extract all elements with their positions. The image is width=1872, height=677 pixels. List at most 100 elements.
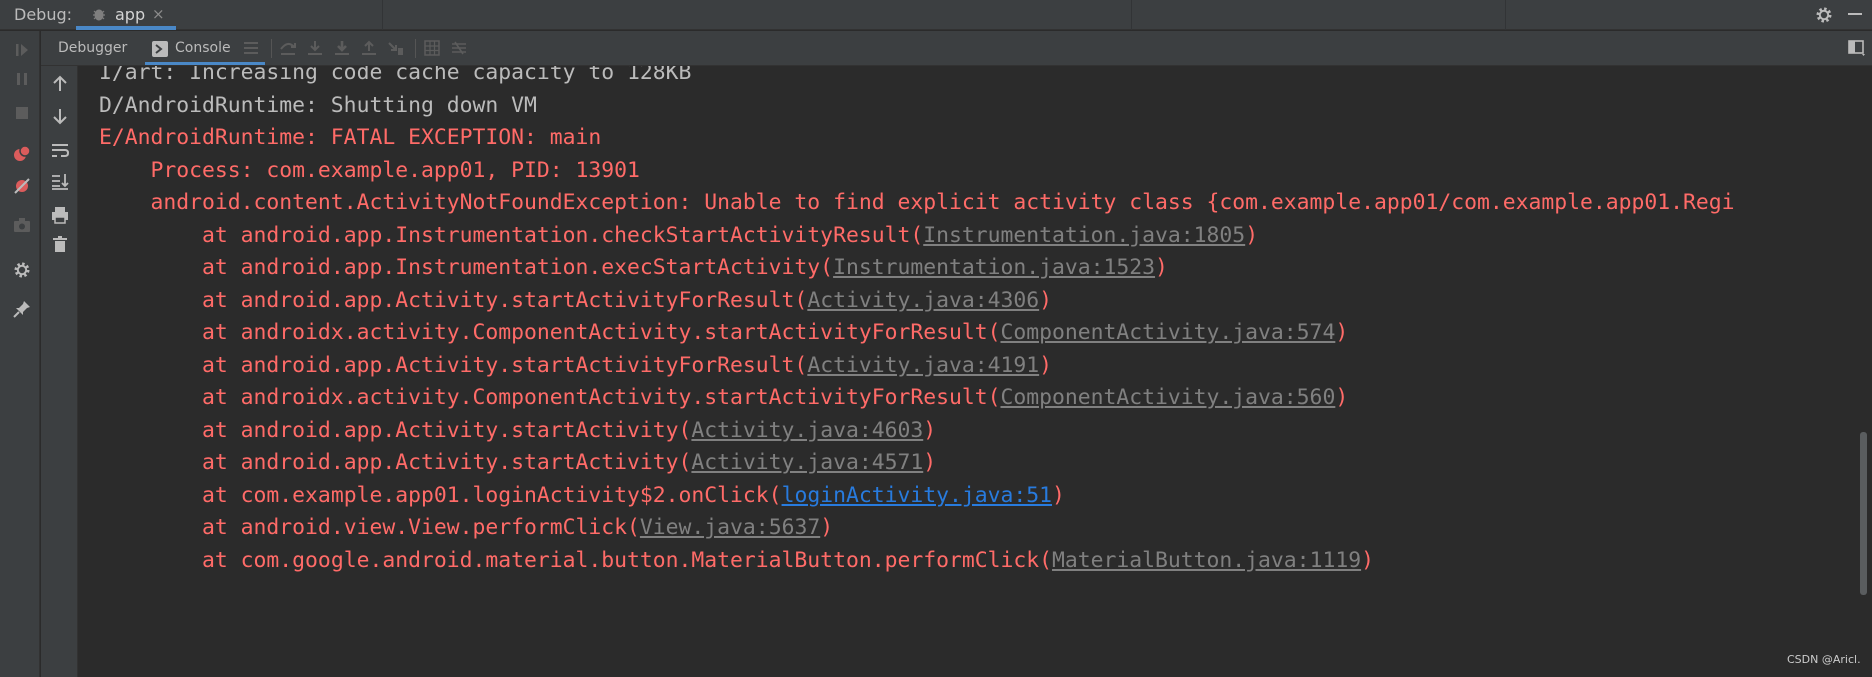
settings-icon[interactable] bbox=[12, 260, 32, 280]
source-file-link[interactable]: Activity.java:4571 bbox=[691, 450, 923, 475]
debug-label: Debug: bbox=[14, 5, 73, 24]
console-line: android.content.ActivityNotFoundExceptio… bbox=[99, 188, 1735, 218]
force-step-into-icon[interactable] bbox=[332, 38, 352, 58]
closing-paren: ) bbox=[1245, 222, 1259, 248]
source-file-link[interactable]: loginActivity.java:51 bbox=[782, 483, 1052, 508]
console-line: at com.example.app01.loginActivity$2.onC… bbox=[99, 481, 1065, 511]
up-arrow-icon[interactable] bbox=[50, 74, 70, 94]
log-text: at android.app.Instrumentation.execStart… bbox=[202, 255, 834, 280]
active-tab-indicator bbox=[145, 62, 265, 65]
title-divider bbox=[382, 0, 383, 30]
console-line: at android.app.Activity.startActivityFor… bbox=[99, 351, 1052, 381]
console-icon bbox=[152, 41, 168, 57]
step-out-icon[interactable] bbox=[359, 38, 379, 58]
source-file-link[interactable]: View.java:5637 bbox=[640, 515, 820, 540]
app-tab-label: app bbox=[115, 5, 146, 24]
source-file-link[interactable]: ComponentActivity.java:560 bbox=[1000, 385, 1335, 410]
console-line: I/art: Increasing code cache capacity to… bbox=[99, 66, 691, 88]
resume-icon[interactable] bbox=[12, 40, 32, 60]
console-line: at androidx.activity.ComponentActivity.s… bbox=[99, 318, 1348, 348]
source-file-link[interactable]: Activity.java:4191 bbox=[807, 353, 1039, 378]
closing-paren: ) bbox=[1155, 255, 1168, 280]
log-text: at android.app.Instrumentation.checkStar… bbox=[202, 222, 924, 248]
source-file-link[interactable]: Activity.java:4306 bbox=[807, 288, 1039, 313]
console-line: at android.app.Activity.startActivityFor… bbox=[99, 286, 1052, 316]
log-text: I/art: Increasing code cache capacity to… bbox=[99, 66, 692, 85]
debug-title-bar: Debug: app × bbox=[0, 0, 1872, 30]
down-arrow-icon[interactable] bbox=[50, 106, 70, 126]
log-text: at com.example.app01.loginActivity$2.onC… bbox=[202, 482, 782, 508]
log-text: at com.google.android.material.button.Ma… bbox=[202, 547, 1052, 573]
log-text: Process: com.example.app01, PID: 13901 bbox=[150, 157, 640, 183]
trace-icon[interactable] bbox=[449, 38, 469, 58]
pin-icon[interactable] bbox=[12, 299, 32, 319]
toolbar-divider bbox=[271, 39, 272, 58]
tab-debugger[interactable]: Debugger bbox=[58, 40, 127, 56]
toolbar-divider bbox=[415, 39, 416, 58]
closing-paren: ) bbox=[1052, 482, 1065, 508]
print-icon[interactable] bbox=[50, 205, 70, 225]
source-file-link[interactable]: Instrumentation.java:1523 bbox=[833, 255, 1155, 280]
layout-icon[interactable] bbox=[1847, 38, 1867, 58]
log-text: at android.app.Activity.startActivity( bbox=[202, 417, 692, 443]
console-line: at com.google.android.material.button.Ma… bbox=[99, 546, 1374, 576]
mute-breakpoints-icon[interactable] bbox=[12, 176, 32, 196]
close-tab-icon[interactable]: × bbox=[152, 5, 165, 23]
trash-icon[interactable] bbox=[50, 234, 70, 254]
closing-paren: ) bbox=[1039, 287, 1053, 313]
tab-console[interactable]: Console bbox=[175, 40, 231, 56]
log-text: D/AndroidRuntime: Shutting down VM bbox=[99, 92, 537, 118]
console-line: at android.view.View.performClick(View.j… bbox=[99, 513, 833, 543]
minimize-icon[interactable] bbox=[1848, 13, 1862, 15]
bug-icon bbox=[93, 9, 105, 21]
closing-paren: ) bbox=[820, 515, 834, 540]
settings-gear-icon[interactable] bbox=[1814, 5, 1834, 25]
pause-icon[interactable] bbox=[12, 69, 32, 89]
console-line: Process: com.example.app01, PID: 13901 bbox=[99, 156, 640, 186]
title-divider bbox=[1505, 0, 1506, 30]
log-text: at android.app.Activity.startActivityFor… bbox=[202, 352, 808, 378]
menu-icon[interactable] bbox=[241, 38, 261, 58]
app-run-tab[interactable]: app × bbox=[76, 0, 176, 30]
camera-icon[interactable] bbox=[12, 215, 32, 235]
view-breakpoints-icon[interactable] bbox=[12, 143, 32, 163]
closing-paren: ) bbox=[923, 417, 937, 443]
source-file-link[interactable]: MaterialButton.java:1119 bbox=[1052, 548, 1361, 573]
log-text: at androidx.activity.ComponentActivity.s… bbox=[202, 385, 1001, 410]
closing-paren: ) bbox=[1335, 320, 1349, 345]
active-tab-indicator bbox=[76, 26, 176, 30]
source-file-link[interactable]: ComponentActivity.java:574 bbox=[1000, 320, 1335, 345]
console-line: D/AndroidRuntime: Shutting down VM bbox=[99, 91, 537, 121]
closing-paren: ) bbox=[1335, 385, 1349, 410]
log-text: at android.view.View.performClick( bbox=[202, 515, 640, 540]
console-line: at androidx.activity.ComponentActivity.s… bbox=[99, 383, 1348, 413]
closing-paren: ) bbox=[1361, 547, 1374, 573]
closing-paren: ) bbox=[1039, 352, 1053, 378]
log-text: at androidx.activity.ComponentActivity.s… bbox=[202, 320, 1001, 345]
console-scrollbar[interactable] bbox=[1860, 432, 1867, 595]
evaluate-expression-icon[interactable] bbox=[422, 38, 442, 58]
log-text: at android.app.Activity.startActivity( bbox=[202, 450, 692, 475]
stop-icon[interactable] bbox=[12, 103, 32, 123]
source-file-link[interactable]: Activity.java:4603 bbox=[691, 418, 923, 443]
step-over-icon[interactable] bbox=[278, 38, 298, 58]
source-file-link[interactable]: Instrumentation.java:1805 bbox=[923, 223, 1245, 248]
log-text: at android.app.Activity.startActivityFor… bbox=[202, 287, 808, 313]
debug-sidebar bbox=[0, 31, 40, 677]
run-to-cursor-icon[interactable] bbox=[386, 38, 406, 58]
watermark: CSDN @Aricl. bbox=[1787, 653, 1861, 666]
scroll-to-end-icon[interactable] bbox=[50, 171, 70, 191]
console-output[interactable]: I/art: Increasing code cache capacity to… bbox=[79, 66, 1872, 677]
step-into-icon[interactable] bbox=[305, 38, 325, 58]
soft-wrap-icon[interactable] bbox=[50, 141, 70, 161]
log-text: E/AndroidRuntime: FATAL EXCEPTION: main bbox=[99, 125, 602, 150]
